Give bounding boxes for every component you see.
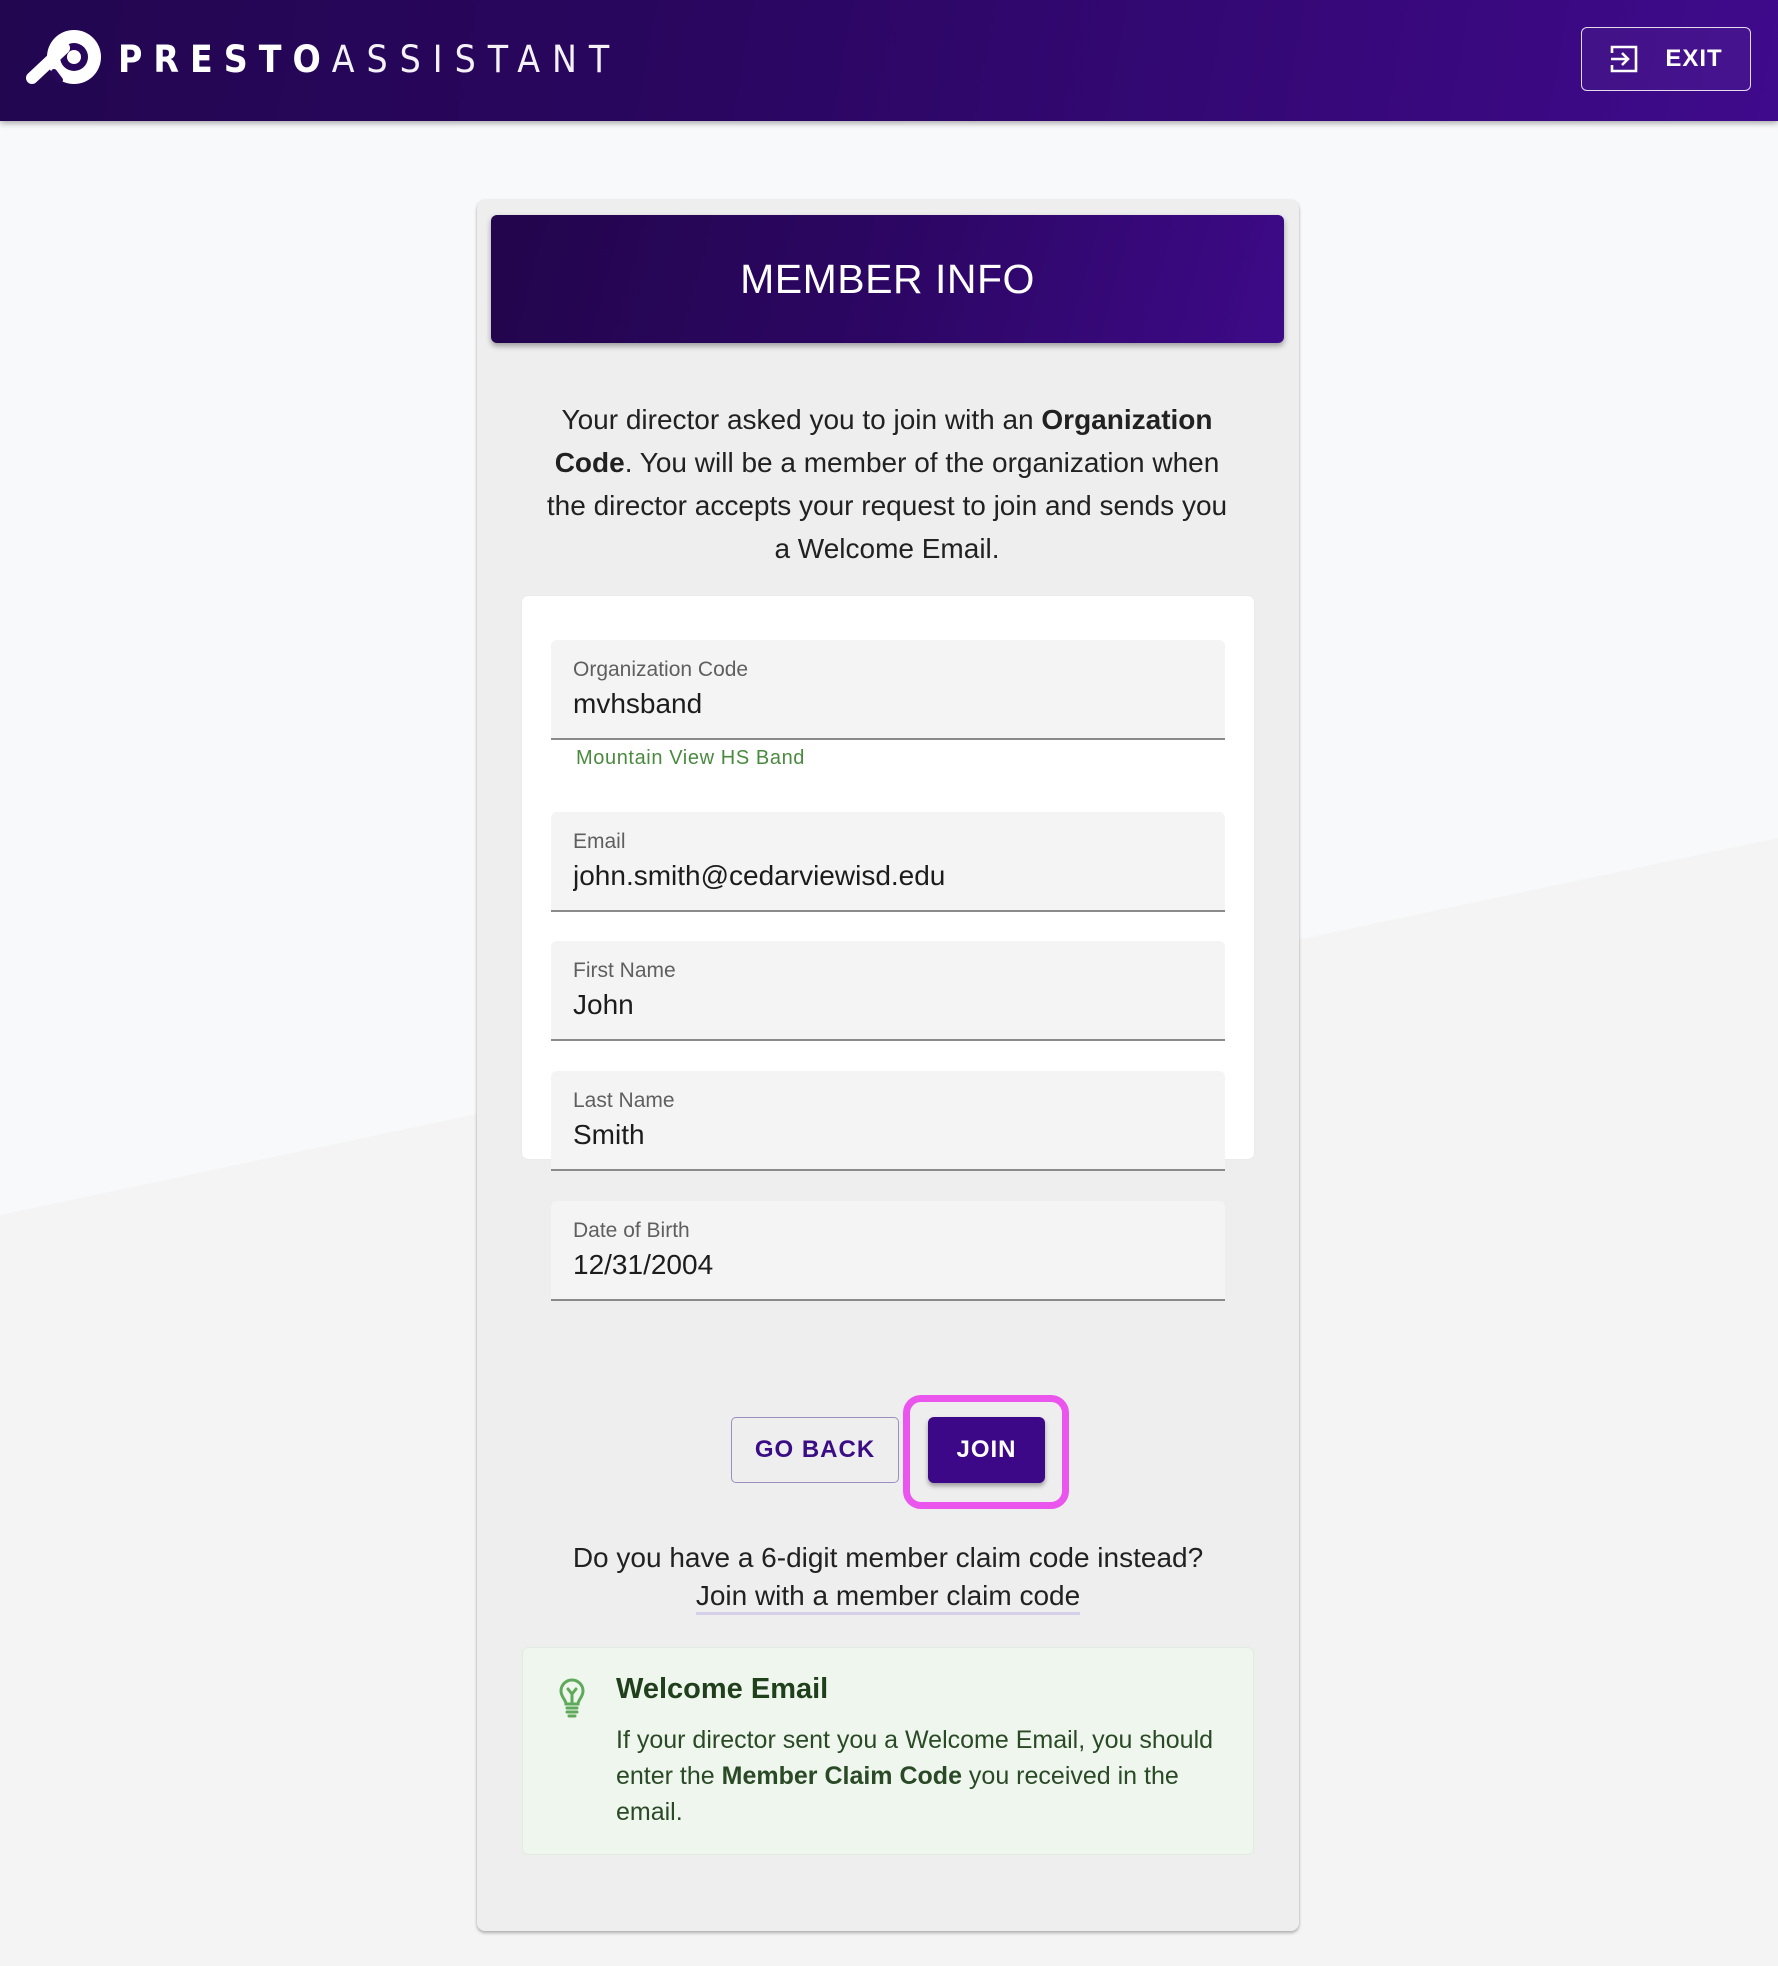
last-name-input[interactable] [573, 1119, 1203, 1151]
alert-body-bold: Member Claim Code [721, 1762, 962, 1790]
page-title: MEMBER INFO [740, 255, 1035, 302]
join-button[interactable]: JOIN [928, 1417, 1045, 1483]
date-of-birth-label: Date of Birth [573, 1219, 690, 1242]
claim-code-question: Do you have a 6-digit member claim code … [572, 1542, 1204, 1573]
email-input[interactable] [573, 860, 1203, 892]
organization-name-helper: Mountain View HS Band [576, 747, 806, 769]
exit-button[interactable]: EXIT [1581, 27, 1751, 91]
organization-code-field[interactable]: Organization Code [551, 640, 1225, 740]
exit-icon [1611, 45, 1638, 73]
date-of-birth-field[interactable]: Date of Birth [551, 1201, 1225, 1301]
go-back-button[interactable]: GO BACK [731, 1417, 899, 1483]
brand-light: ASSISTANT [331, 37, 622, 81]
exit-label: EXIT [1665, 45, 1723, 72]
email-field[interactable]: Email [551, 812, 1225, 912]
card-header: MEMBER INFO [491, 215, 1284, 343]
brand-wordmark: PRESTO ASSISTANT [118, 38, 621, 81]
intro-part1: Your director asked you to join with an [561, 404, 1042, 435]
presto-assistant-logo[interactable]: PRESTO ASSISTANT [24, 26, 621, 92]
date-of-birth-input[interactable] [573, 1249, 1203, 1281]
member-form: Organization Code Mountain View HS Band … [522, 596, 1254, 1171]
organization-code-label: Organization Code [573, 658, 749, 681]
join-with-claim-code-link[interactable]: Join with a member claim code [695, 1580, 1081, 1615]
last-name-field[interactable]: Last Name [551, 1071, 1225, 1171]
alert-body: If your director sent you a Welcome Emai… [616, 1722, 1226, 1830]
alert-title: Welcome Email [616, 1673, 829, 1705]
first-name-field[interactable]: First Name [551, 941, 1225, 1041]
member-info-card: MEMBER INFO Your director asked you to j… [477, 200, 1299, 1931]
brand-bold: PRESTO [118, 37, 332, 81]
first-name-input[interactable] [573, 989, 1203, 1021]
intro-part2: . You will be a member of the organizati… [546, 447, 1228, 564]
top-app-bar: PRESTO ASSISTANT EXIT [0, 0, 1778, 121]
lightbulb-icon [559, 1678, 585, 1718]
email-label: Email [573, 830, 626, 853]
welcome-email-alert: Welcome Email If your director sent you … [522, 1647, 1254, 1855]
claim-link-wrapper: Join with a member claim code [477, 1580, 1299, 1615]
presto-logo-icon [26, 30, 101, 84]
organization-code-input[interactable] [573, 688, 1203, 720]
last-name-label: Last Name [573, 1089, 675, 1112]
intro-text: Your director asked you to join with an … [537, 398, 1237, 570]
first-name-label: First Name [573, 959, 676, 982]
